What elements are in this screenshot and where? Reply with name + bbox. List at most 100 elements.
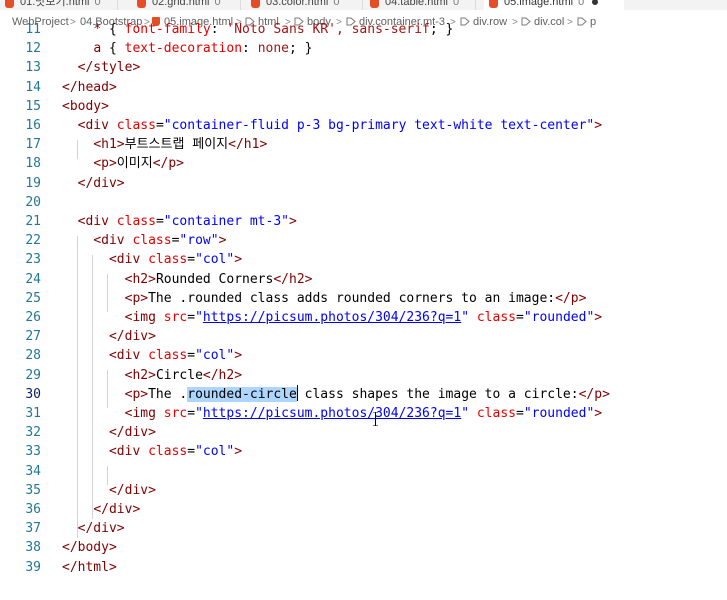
code-line[interactable]: 24 <h2>Rounded Corners</h2>	[0, 270, 727, 289]
line-number: 17	[25, 137, 41, 153]
code-line[interactable]: 11 * { font-family: 'Noto Sans KR', sans…	[0, 20, 727, 39]
tab-label: 05.image.html	[504, 0, 574, 8]
code-line[interactable]: 30 <p>The .rounded-circle class shapes t…	[0, 384, 727, 404]
code-text: </body>	[62, 540, 117, 556]
code-line[interactable]: 12 a { text-decoration: none; }	[0, 39, 727, 58]
code-line[interactable]: 21 <div class="container mt-3">	[0, 212, 727, 231]
tab-label: 04.table.html	[385, 0, 448, 8]
line-number: 25	[25, 290, 41, 306]
code-line[interactable]: 33 <div class="col">	[0, 442, 727, 461]
code-line[interactable]: 29 <h2>Circle</h2>	[0, 366, 727, 385]
code-line[interactable]: 37 </div>	[0, 519, 727, 538]
code-text: </div>	[77, 175, 125, 191]
code-line[interactable]: 14 </head>	[0, 78, 727, 97]
code-line[interactable]: 28 <div class="col">	[0, 346, 727, 365]
code-line[interactable]: 26 <img src="https://picsum.photos/304/2…	[0, 308, 727, 327]
tab-05-image[interactable]: 05.image.html 0	[484, 0, 624, 10]
code-line[interactable]: 23 <div class="col">	[0, 250, 727, 269]
code-line[interactable]: 35 </div>	[0, 481, 727, 500]
tab-label: 02.grid.html	[152, 0, 210, 8]
text-cursor-icon	[373, 412, 378, 426]
line-number: 33	[25, 444, 41, 460]
html5-icon	[370, 0, 379, 8]
line-number: 18	[25, 156, 41, 172]
code-text: </html>	[62, 559, 117, 575]
code-text: <div class="container-fluid p-3 bg-prima…	[77, 118, 603, 133]
code-text: <div class="col">	[108, 252, 243, 268]
code-text: <h2>Circle</h2>	[124, 367, 243, 383]
line-number: 38	[25, 540, 41, 556]
code-line[interactable]: 39 </html>	[0, 558, 727, 577]
code-text: </div>	[108, 329, 156, 345]
line-number: 28	[25, 348, 41, 364]
line-number: 39	[25, 559, 41, 575]
line-number: 23	[25, 252, 41, 268]
tab-01-html[interactable]: 01.맛보기.html 0	[0, 0, 130, 10]
tab-label: 03.color.html	[266, 0, 329, 8]
code-text: </div>	[93, 502, 141, 517]
line-number: 26	[25, 310, 41, 325]
code-line[interactable]: 13 </style>	[0, 58, 727, 77]
tab-bar: 01.맛보기.html 0 02.grid.html 0 03.color.html…	[0, 0, 727, 10]
code-line[interactable]: 22 <div class="row">	[0, 231, 727, 250]
line-number: 32	[25, 425, 41, 441]
tab-02-grid[interactable]: 02.grid.html 0	[132, 0, 252, 10]
code-editor[interactable]: 11 * { font-family: 'Noto Sans KR', sans…	[0, 22, 727, 600]
code-text: </style>	[77, 60, 141, 76]
code-text: a { text-decoration: none; }	[93, 41, 313, 57]
tab-problem-count: 0	[333, 0, 340, 8]
code-line[interactable]: 16 <div class="container-fluid p-3 bg-pr…	[0, 116, 727, 135]
line-number: 31	[25, 406, 41, 421]
line-number: 15	[25, 98, 41, 114]
html5-icon	[489, 0, 498, 8]
line-number: 14	[25, 79, 41, 95]
line-number: 24	[25, 271, 41, 287]
code-line[interactable]: 18 <p>이미지</p>	[0, 154, 727, 173]
line-number: 21	[25, 214, 41, 229]
line-number: 36	[25, 502, 41, 517]
code-line[interactable]: 34	[0, 462, 727, 481]
line-number: 29	[25, 367, 41, 383]
code-text: <p>이미지</p>	[93, 156, 184, 172]
code-line[interactable]: 15 <body>	[0, 97, 727, 116]
line-number: 13	[25, 60, 41, 76]
code-line[interactable]: 32 </div>	[0, 423, 727, 442]
code-text: <p>The .rounded-circle class shapes the …	[124, 384, 610, 402]
code-text: <div class="col">	[108, 348, 243, 364]
code-text: <div class="row">	[93, 233, 227, 249]
code-text: <img src="https://picsum.photos/304/236?…	[124, 310, 603, 325]
tab-problem-count: 0	[578, 0, 585, 8]
code-text: <p>The .rounded class adds rounded corne…	[124, 290, 587, 306]
code-text: <body>	[62, 98, 109, 114]
tab-problem-count: 0	[452, 0, 460, 8]
code-line[interactable]: 17 <h1>부트스트랩 페이지</h1>	[0, 135, 727, 154]
tab-problem-count: 0	[94, 0, 101, 8]
code-text: </head>	[62, 79, 117, 95]
tab-03-color[interactable]: 03.color.html 0	[246, 0, 376, 10]
code-text: </div>	[77, 521, 125, 537]
code-line[interactable]: 36 </div>	[0, 500, 727, 519]
code-line[interactable]: 31 <img src="https://picsum.photos/304/2…	[0, 404, 727, 423]
code-text: </div>	[108, 482, 156, 498]
line-number: 37	[25, 521, 41, 537]
unsaved-dot-icon[interactable]	[592, 0, 599, 6]
code-line[interactable]: 27 </div>	[0, 327, 727, 346]
html5-icon	[137, 0, 146, 8]
code-text: <h2>Rounded Corners</h2>	[124, 271, 313, 287]
code-line[interactable]: 20	[0, 193, 727, 212]
html5-icon	[251, 0, 260, 8]
line-number: 27	[25, 329, 41, 345]
tab-label: 01.맛보기.html	[20, 0, 90, 8]
line-number: 35	[25, 482, 41, 498]
line-number: 30	[25, 386, 41, 402]
html5-icon	[5, 0, 14, 8]
code-line[interactable]: 25 <p>The .rounded class adds rounded co…	[0, 289, 727, 308]
line-number: 19	[25, 175, 41, 191]
code-line[interactable]: 19 </div>	[0, 174, 727, 193]
line-number: 11	[25, 22, 41, 37]
tab-problem-count: 0	[214, 0, 221, 8]
code-text: </div>	[108, 425, 156, 441]
code-line[interactable]: 38 </body>	[0, 538, 727, 557]
code-text: <div class="container mt-3">	[77, 214, 297, 229]
line-number: 20	[25, 194, 41, 210]
